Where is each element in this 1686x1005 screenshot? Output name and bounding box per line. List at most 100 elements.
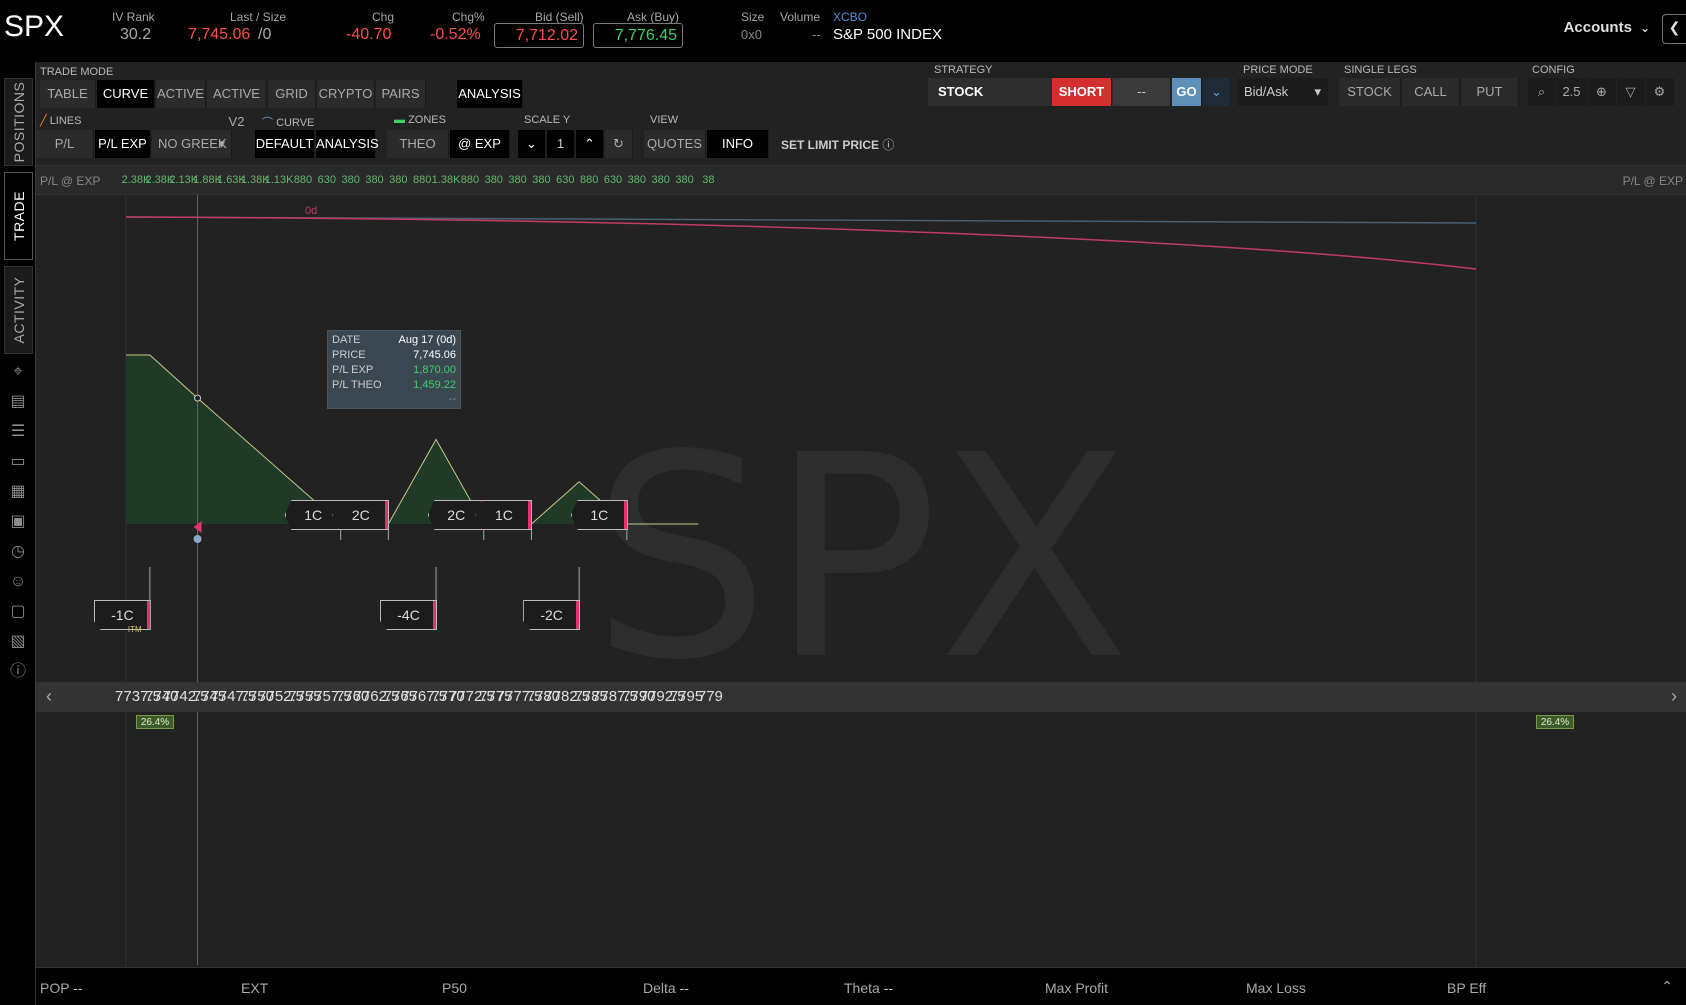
p50-stat: P50 [442, 980, 467, 996]
tab-positions[interactable]: POSITIONS [4, 78, 33, 166]
accounts-label: Accounts [1563, 19, 1632, 36]
go-button[interactable]: GO [1172, 78, 1202, 106]
zoom-out-icon[interactable]: ⌕ [1528, 78, 1556, 106]
mode-table[interactable]: TABLE [40, 80, 96, 108]
analysis-chart[interactable]: SPX ‹ › 7737.5 7740 7742.5 7745 7747.5 7750 77… [36, 195, 1686, 998]
scale-label: SCALE Y [524, 114, 571, 126]
tv-icon[interactable]: ▭ [9, 453, 27, 471]
calendar-small-icon[interactable]: ▢ [9, 603, 27, 621]
view-info[interactable]: INFO [707, 130, 769, 158]
accounts-menu[interactable]: Accounts ⌄ [1564, 19, 1650, 36]
iv-rank-value: 30.2 [120, 26, 152, 43]
scale-value: 1 [547, 130, 575, 158]
pl-tick: 880 [293, 174, 313, 186]
pl-tick: 630 [603, 174, 623, 186]
tab-activity[interactable]: ACTIVITY [4, 266, 33, 354]
zoom-in-icon[interactable]: ⊕ [1588, 78, 1616, 106]
reset-icon[interactable]: ↻ [605, 130, 633, 158]
leg-marker-short[interactable]: -4C [380, 600, 438, 630]
delta-stat: Delta -- [643, 980, 689, 996]
leg-marker-long[interactable]: 1C [475, 500, 533, 530]
dropdown-icon: ▾ [1314, 84, 1321, 99]
filter-icon[interactable]: ▽ [1617, 78, 1645, 106]
theta-stat: Theta -- [844, 980, 894, 996]
gear-icon[interactable]: ⚙ [1646, 78, 1674, 106]
scroll-right-icon[interactable]: › [1671, 686, 1677, 707]
pl-exp-row: P/L @ EXP P/L @ EXP 2.38K 2.38K 2.13K 1.88K… [36, 165, 1686, 195]
collapse-icon[interactable]: ❮ [1662, 14, 1686, 44]
mode-crypto[interactable]: CRYPTO [317, 80, 375, 108]
zone-theo[interactable]: THEO [387, 130, 449, 158]
info-date: Aug 17 (0d) [398, 334, 456, 346]
tiles-icon[interactable]: ▣ [9, 513, 27, 531]
document-icon[interactable]: ▧ [9, 633, 27, 651]
leg-call[interactable]: CALL [1402, 78, 1460, 106]
mode-active[interactable]: ACTIVE [156, 80, 206, 108]
pl-tick: 380 [365, 174, 384, 186]
short-button[interactable]: SHORT [1052, 78, 1112, 106]
price-axis[interactable]: ‹ › 7737.5 7740 7742.5 7745 7747.5 7750 7752.5… [36, 682, 1686, 712]
trade-panel: TRADE MODE TABLE CURVE ACTIVE ACTIVE V2 … [35, 62, 1686, 1005]
pl-chart-svg: SPX [36, 195, 1686, 998]
lines-label: ╱ LINES [40, 115, 82, 127]
lines-pl-theo[interactable]: P/L THEO [36, 130, 94, 179]
chevron-up-icon[interactable]: ⌃ [1661, 978, 1673, 995]
pl-tick: 380 [675, 174, 694, 186]
view-quotes[interactable]: QUOTES [644, 130, 706, 158]
watermark: SPX [592, 396, 1130, 722]
pl-tick: 380 [627, 174, 647, 186]
pl-tick: 380 [484, 174, 503, 186]
symbol[interactable]: SPX [4, 10, 64, 44]
zone-exp[interactable]: @ EXP [450, 130, 510, 158]
leg-marker-long[interactable]: 2C [332, 500, 390, 530]
day-label: 0d [305, 205, 318, 217]
crosshair-icon[interactable]: ⌖ [9, 363, 27, 381]
quantity-field[interactable]: -- [1113, 78, 1171, 106]
pct-badge-right: 26.4% [1536, 715, 1574, 729]
grid-icon[interactable]: ▦ [9, 483, 27, 501]
ext-stat: EXT [241, 980, 269, 996]
pl-tick: 1.38K [431, 174, 461, 186]
quote-header: SPX IV Rank 30.2 Last / Size 7,745.06 /0… [0, 0, 1686, 56]
calendar-icon[interactable]: ▤ [9, 393, 27, 411]
lines-pl-exp[interactable]: P/L EXP [95, 130, 151, 158]
trade-mode-label: TRADE MODE [40, 66, 114, 78]
leg-marker-short[interactable]: -2C [523, 600, 581, 630]
price-mode-select[interactable]: Bid/Ask ▾ [1238, 78, 1328, 106]
info-plexp-label: P/L EXP [332, 364, 374, 376]
scroll-left-icon[interactable]: ‹ [46, 686, 52, 707]
scale-down-icon[interactable]: ⌄ [518, 130, 546, 158]
curve-label: ⌒ CURVE [262, 117, 315, 129]
mode-grid[interactable]: GRID [268, 80, 316, 108]
info-date-label: DATE [332, 334, 361, 346]
zones-label: ▬ ZONES [394, 114, 446, 126]
leg-stock[interactable]: STOCK [1339, 78, 1401, 106]
list-icon[interactable]: ☰ [9, 423, 27, 441]
last-label: Last / Size [230, 10, 287, 24]
users-icon[interactable]: ☺ [9, 573, 27, 591]
leg-put[interactable]: PUT [1461, 78, 1519, 106]
tab-trade[interactable]: TRADE [4, 172, 33, 260]
single-legs-label: SINGLE LEGS [1344, 64, 1417, 76]
pl-tick: 380 [341, 174, 360, 186]
chevron-down-icon[interactable]: ⌄ [1203, 78, 1231, 106]
curve-default[interactable]: DEFAULT [255, 130, 315, 158]
mode-curve[interactable]: CURVE [97, 80, 155, 108]
mode-pairs[interactable]: PAIRS [376, 80, 426, 108]
pct-badge-left: 26.4% [136, 715, 174, 729]
leg-marker-long[interactable]: 1C [570, 500, 628, 530]
help-icon[interactable]: ⓘ [9, 663, 27, 681]
leg-marker-short[interactable]: -1C [93, 600, 151, 630]
pl-tick: 380 [651, 174, 670, 186]
info-plexp: 1,870.00 [413, 364, 456, 376]
curve-analysis[interactable]: ANALYSIS [316, 130, 379, 158]
mode-active-v2[interactable]: ACTIVE V2 [207, 80, 267, 129]
bid-button[interactable]: 7,712.02 [494, 23, 584, 48]
pl-tick: 880 [413, 174, 432, 186]
gauge-icon[interactable]: ◷ [9, 543, 27, 561]
greek-select[interactable]: NO GREEK ▾ [152, 130, 232, 158]
scale-up-icon[interactable]: ⌃ [576, 130, 604, 158]
set-limit-price-button[interactable]: SET LIMIT PRICE ⓘ [781, 136, 894, 153]
ask-button[interactable]: 7,776.45 [593, 23, 683, 48]
mode-analysis[interactable]: ANALYSIS [457, 80, 523, 108]
